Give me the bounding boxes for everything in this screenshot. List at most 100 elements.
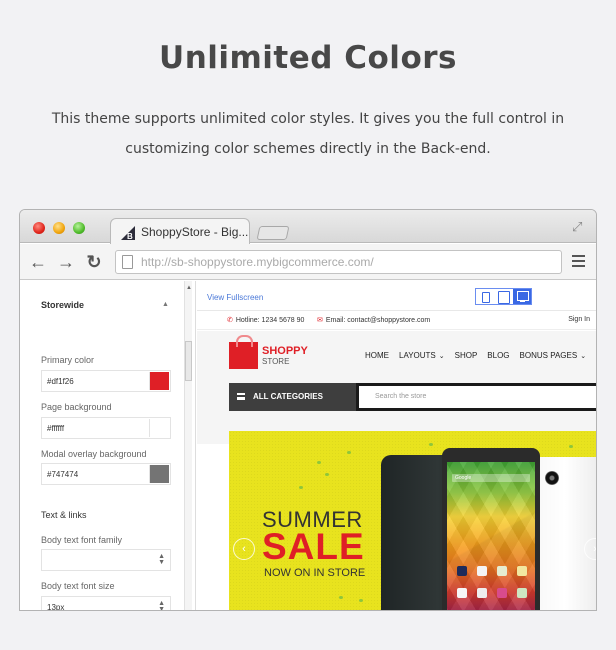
- nav-item-home[interactable]: HOME: [365, 351, 389, 360]
- all-categories-label: ALL CATEGORIES: [253, 392, 323, 401]
- new-tab-button[interactable]: [256, 226, 290, 240]
- email-label: Email: contact@shoppystore.com: [325, 317, 431, 324]
- shopping-bag-logo-icon[interactable]: [229, 335, 258, 369]
- app-icon: [457, 566, 467, 576]
- sign-in-link[interactable]: Sign In: [568, 316, 590, 323]
- chevron-down-icon: ⌄: [438, 353, 445, 360]
- minimize-window-button[interactable]: [53, 222, 65, 234]
- store-preview: ✆ Hotline: 1234 5678 90 ✉ Email: contact@s…: [197, 311, 596, 610]
- theme-editor-sidebar: Storewide ▲ Primary color #df1f26 Page b…: [20, 281, 184, 611]
- hotline-text: ✆ Hotline: 1234 5678 90: [227, 316, 304, 324]
- logo-name[interactable]: SHOPPY: [262, 345, 308, 357]
- field-label-body-font-size: Body text font size: [41, 581, 115, 591]
- reload-icon[interactable]: ↻: [84, 252, 104, 272]
- sidebar-scrollbar[interactable]: ▲: [184, 281, 192, 610]
- page-background-swatch[interactable]: [149, 419, 169, 437]
- app-icon: [517, 566, 527, 576]
- device-switcher: [475, 288, 532, 305]
- logo-subtitle: STORE: [262, 357, 290, 366]
- tablet-device-icon[interactable]: [494, 289, 512, 304]
- scrollbar-thumb[interactable]: [185, 341, 192, 381]
- modal-overlay-swatch[interactable]: [149, 465, 169, 483]
- chevron-down-icon: ⌄: [580, 353, 587, 360]
- expand-icon[interactable]: ⤢: [572, 220, 586, 234]
- svg-text:B: B: [127, 232, 133, 240]
- hero-banner[interactable]: SUMMER SALE NOW ON IN STORE Google ‹ ›: [229, 431, 596, 610]
- app-icon: [497, 566, 507, 576]
- select-spinner-icon: ▲ ▼: [158, 553, 165, 566]
- url-text[interactable]: http://sb-shoppystore.mybigcommerce.com/: [141, 255, 374, 269]
- hero-description: This theme supports unlimited color styl…: [51, 111, 565, 157]
- section-title-storewide[interactable]: Storewide: [41, 300, 84, 310]
- field-label-primary-color: Primary color: [41, 355, 95, 365]
- page-background-value[interactable]: #ffffff: [47, 424, 64, 433]
- app-icon: [477, 588, 487, 598]
- maximize-window-button[interactable]: [73, 222, 85, 234]
- preview-area: View Fullscreen ✆ Hotline: 1234 5678 90 ✉…: [197, 281, 596, 610]
- banner-subtitle: NOW ON IN STORE: [264, 567, 366, 579]
- search-placeholder: Search the store: [375, 393, 427, 400]
- browser-window: B ShoppyStore - Big... ⤢ ← → ↻ http://sb…: [19, 209, 597, 611]
- store-topbar: ✆ Hotline: 1234 5678 90 ✉ Email: contact@s…: [197, 311, 596, 330]
- browser-tab-active[interactable]: B ShoppyStore - Big...: [110, 218, 250, 244]
- app-icon: [457, 588, 467, 598]
- nav-label: SHOP: [454, 351, 478, 360]
- mobile-device-icon[interactable]: [476, 289, 494, 304]
- hamburger-menu-icon[interactable]: [572, 255, 585, 267]
- page-background-input[interactable]: #ffffff: [41, 417, 171, 439]
- phone-icon: ✆: [227, 317, 233, 324]
- banner-prev-button[interactable]: ‹: [233, 538, 255, 560]
- nav-item-shop[interactable]: SHOP: [455, 351, 478, 360]
- primary-color-swatch[interactable]: [149, 372, 169, 390]
- nav-label: HOME: [365, 351, 389, 360]
- app-icon: [517, 588, 527, 598]
- nav-item-blog[interactable]: BLOG: [487, 351, 509, 360]
- primary-color-input[interactable]: #df1f26: [41, 370, 171, 392]
- all-categories-button[interactable]: ALL CATEGORIES: [229, 383, 356, 411]
- store-search: Search the store: [356, 383, 596, 411]
- camera-icon: [545, 471, 559, 485]
- list-icon: [237, 393, 245, 400]
- modal-overlay-value[interactable]: #747474: [47, 470, 78, 479]
- select-spinner-icon: ▲ ▼: [158, 600, 165, 611]
- app-icon: [477, 566, 487, 576]
- bigcommerce-icon: B: [121, 226, 135, 240]
- browser-titlebar: B ShoppyStore - Big... ⤢: [20, 210, 596, 244]
- banner-sale-text: SALE: [262, 526, 365, 567]
- phone-image-front: Google: [442, 448, 540, 610]
- nav-label: BONUS PAGES: [519, 351, 578, 360]
- collapse-caret-icon[interactable]: ▲: [162, 301, 169, 308]
- store-header: SHOPPY STORE HOME LAYOUTS ⌄ SHOP BLOG BON…: [197, 331, 596, 444]
- field-label-body-font-family: Body text font family: [41, 535, 123, 545]
- hero-title: Unlimited Colors: [159, 40, 457, 76]
- view-fullscreen-link[interactable]: View Fullscreen: [207, 293, 263, 302]
- back-arrow-icon[interactable]: ←: [28, 252, 48, 272]
- section-title-text-links: Text & links: [41, 510, 87, 520]
- field-label-page-background: Page background: [41, 402, 112, 412]
- email-text[interactable]: ✉ Email: contact@shoppystore.com: [317, 316, 430, 324]
- panel-divider: [192, 281, 196, 610]
- body-font-size-select[interactable]: 13px ▲ ▼: [41, 596, 171, 611]
- phone-screen: Google: [447, 462, 535, 610]
- desktop-device-icon[interactable]: [512, 289, 531, 304]
- google-search-bar: Google: [452, 474, 530, 482]
- address-bar[interactable]: http://sb-shoppystore.mybigcommerce.com/: [115, 250, 562, 274]
- field-label-modal-overlay: Modal overlay background: [41, 449, 147, 459]
- body-font-family-select[interactable]: ▲ ▼: [41, 549, 171, 571]
- nav-item-bonus-pages[interactable]: BONUS PAGES ⌄: [520, 351, 587, 360]
- body-font-size-value: 13px: [47, 603, 65, 611]
- search-input[interactable]: Search the store: [359, 386, 596, 408]
- primary-color-value[interactable]: #df1f26: [47, 377, 74, 386]
- forward-arrow-icon[interactable]: →: [56, 252, 76, 272]
- nav-label: LAYOUTS: [399, 351, 436, 360]
- modal-overlay-input[interactable]: #747474: [41, 463, 171, 485]
- nav-label: BLOG: [487, 351, 510, 360]
- app-icon: [497, 588, 507, 598]
- main-nav: HOME LAYOUTS ⌄ SHOP BLOG BONUS PAGES ⌄: [365, 351, 586, 360]
- close-window-button[interactable]: [33, 222, 45, 234]
- hotline-label: Hotline: 1234 5678 90: [235, 317, 305, 324]
- page-icon: [122, 255, 133, 269]
- nav-item-layouts[interactable]: LAYOUTS ⌄: [399, 351, 445, 360]
- browser-toolbar: ← → ↻ http://sb-shoppystore.mybigcommerc…: [20, 244, 596, 280]
- envelope-icon: ✉: [317, 317, 323, 324]
